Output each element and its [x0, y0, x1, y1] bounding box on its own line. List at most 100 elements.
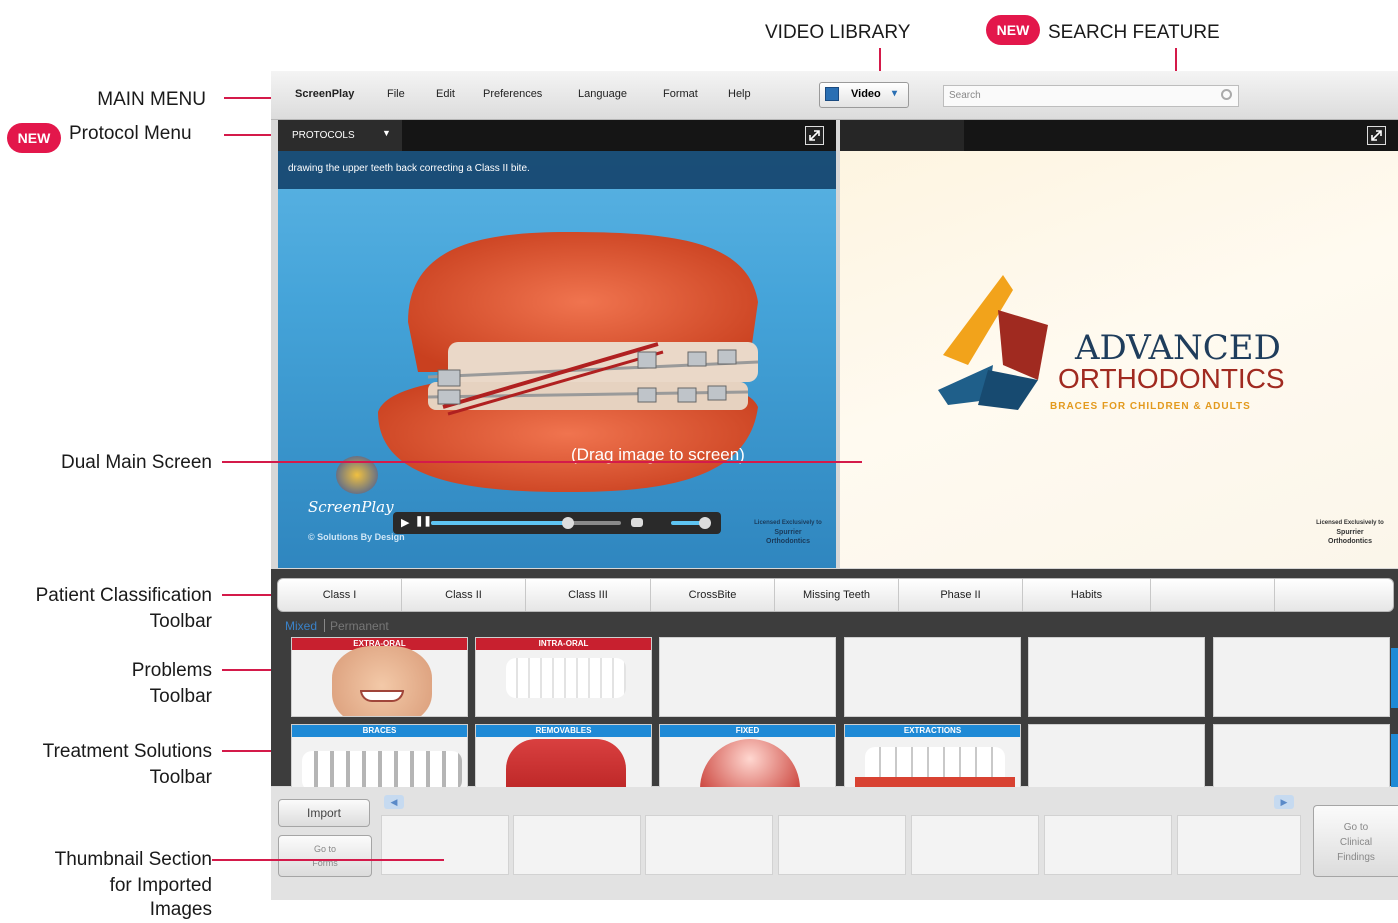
- teeth-intraoral-image: [506, 658, 626, 698]
- go-to-forms-button[interactable]: Go to Forms: [278, 835, 372, 877]
- thumbnail-slot[interactable]: [1044, 815, 1172, 875]
- play-icon[interactable]: ▶: [401, 516, 409, 529]
- left-screen-header: PROTOCOLS ▼: [278, 120, 836, 151]
- film-icon: [825, 87, 839, 101]
- empty-classification-button[interactable]: [1275, 579, 1393, 611]
- thumbnail-slot[interactable]: [1177, 815, 1301, 875]
- playback-progress-fill: [431, 521, 568, 525]
- video-selector-label: Video: [851, 88, 881, 100]
- right-screen-tab: [840, 120, 964, 151]
- problems-treatment-panel: Mixed Permanent EXTRA-ORAL INTRA-ORAL BR…: [271, 616, 1398, 804]
- left-license-line1: Licensed Exclusively to: [754, 520, 822, 526]
- main-screen-left[interactable]: PROTOCOLS ▼ drawing the upper teeth back…: [278, 120, 836, 568]
- dual-screen-pointer-overlay: [222, 461, 862, 463]
- tile-header: BRACES: [292, 725, 467, 737]
- thumbnail-slot[interactable]: [513, 815, 641, 875]
- go-to-clinical-line3: Findings: [1337, 852, 1375, 863]
- copyright-text: © Solutions By Design: [308, 532, 405, 542]
- video-library-annotation: VIDEO LIBRARY: [765, 22, 911, 43]
- brand-line2: ORTHODONTICS: [1058, 363, 1285, 394]
- phase-2-button[interactable]: Phase II: [899, 579, 1023, 611]
- class-3-button[interactable]: Class III: [526, 579, 651, 611]
- menu-screenplay[interactable]: ScreenPlay: [295, 88, 354, 100]
- expand-icon[interactable]: [1367, 126, 1386, 145]
- main-menu-bar: ScreenPlay File Edit Preferences Languag…: [271, 71, 1398, 120]
- menu-preferences[interactable]: Preferences: [483, 88, 542, 100]
- playback-progress-knob[interactable]: [562, 517, 574, 529]
- video-caption: drawing the upper teeth back correcting …: [288, 163, 530, 174]
- go-to-clinical-line1: Go to: [1343, 822, 1369, 833]
- right-license-line1: Licensed Exclusively to: [1316, 520, 1384, 526]
- missing-teeth-button[interactable]: Missing Teeth: [775, 579, 899, 611]
- problems-scroll-right-icon[interactable]: [1391, 648, 1398, 708]
- volume-slider[interactable]: [671, 517, 711, 529]
- treatment-scroll-right-icon[interactable]: [1391, 734, 1398, 794]
- left-license-line2: Spurrier: [774, 529, 802, 536]
- class-2-button[interactable]: Class II: [402, 579, 526, 611]
- menu-edit[interactable]: Edit: [436, 88, 455, 100]
- thumbnail-pointer-overlay: [212, 859, 444, 861]
- protocols-menu[interactable]: PROTOCOLS ▼: [278, 120, 402, 151]
- dual-main-screen-annotation: Dual Main Screen: [60, 452, 212, 473]
- patient-classification-toolbar: Class I Class II Class III CrossBite Mis…: [277, 578, 1394, 612]
- expand-icon[interactable]: [805, 126, 824, 145]
- playback-progress-track[interactable]: [431, 517, 621, 529]
- right-screen-header: [840, 120, 1398, 151]
- tile-header: INTRA-ORAL: [476, 638, 651, 650]
- smile-mouth-image: [360, 690, 404, 702]
- problem-tile-empty[interactable]: [844, 637, 1021, 717]
- menu-file[interactable]: File: [387, 88, 405, 100]
- thumbnail-scroll-left-icon[interactable]: ◀: [384, 795, 404, 809]
- go-to-clinical-findings-button[interactable]: Go to Clinical Findings: [1313, 805, 1398, 877]
- tile-header: FIXED: [660, 725, 835, 737]
- search-icon: [1221, 89, 1232, 100]
- right-license-line3: Orthodontics: [1328, 538, 1372, 545]
- subtitle-icon[interactable]: [631, 518, 643, 527]
- import-button[interactable]: Import: [278, 799, 370, 827]
- problem-tile-empty[interactable]: [1028, 637, 1205, 717]
- left-license-text: Licensed Exclusively to Spurrier Orthodo…: [748, 519, 828, 546]
- thumbnail-slot[interactable]: [778, 815, 906, 875]
- protocols-label: PROTOCOLS: [292, 130, 355, 141]
- treatment-annotation-2: Toolbar: [149, 767, 212, 788]
- problem-tile-empty[interactable]: [659, 637, 836, 717]
- permanent-toggle[interactable]: Permanent: [330, 619, 389, 633]
- protocol-new-badge: NEW: [7, 123, 61, 153]
- problem-tile-empty[interactable]: [1213, 637, 1390, 717]
- volume-knob[interactable]: [699, 517, 711, 529]
- empty-classification-button[interactable]: [1151, 579, 1275, 611]
- search-input[interactable]: Search: [943, 85, 1239, 107]
- tile-header: EXTRACTIONS: [845, 725, 1020, 737]
- video-library-selector[interactable]: Video ▾: [819, 82, 909, 108]
- video-caption-bar: drawing the upper teeth back correcting …: [278, 151, 836, 189]
- mixed-toggle[interactable]: Mixed: [285, 619, 317, 633]
- thumbnail-annotation-1: Thumbnail Section: [54, 849, 212, 870]
- problems-annotation-1: Problems: [131, 660, 212, 681]
- classification-annotation-2: Toolbar: [149, 611, 212, 632]
- habits-button[interactable]: Habits: [1023, 579, 1151, 611]
- problems-annotation-2: Toolbar: [149, 686, 212, 707]
- thumbnail-slot[interactable]: [911, 815, 1039, 875]
- go-to-forms-line1: Go to: [313, 844, 336, 854]
- thumbnail-scroll-right-icon[interactable]: ▶: [1274, 795, 1294, 809]
- problem-tile-extra-oral[interactable]: EXTRA-ORAL: [291, 637, 468, 717]
- left-license-line3: Orthodontics: [766, 538, 810, 545]
- problem-tile-intra-oral[interactable]: INTRA-ORAL: [475, 637, 652, 717]
- menu-help[interactable]: Help: [728, 88, 751, 100]
- crossbite-button[interactable]: CrossBite: [651, 579, 775, 611]
- pause-icon[interactable]: ❚❚: [415, 516, 432, 527]
- toggle-divider: [324, 619, 325, 632]
- class-1-button[interactable]: Class I: [278, 579, 402, 611]
- brand-line1: ADVANCED: [1075, 328, 1281, 368]
- menu-language[interactable]: Language: [578, 88, 627, 100]
- main-menu-annotation: MAIN MENU: [97, 89, 206, 110]
- menu-format[interactable]: Format: [663, 88, 698, 100]
- smile-face-image: [332, 646, 432, 716]
- video-playback-controls: ▶ ❚❚: [393, 512, 721, 534]
- thumbnail-slot[interactable]: [381, 815, 509, 875]
- protocol-menu-annotation: Protocol Menu: [69, 123, 192, 144]
- main-screen-right[interactable]: ADVANCED ORTHODONTICS BRACES FOR CHILDRE…: [840, 120, 1398, 568]
- thumbnail-slot[interactable]: [645, 815, 773, 875]
- thumbnail-annotation-3: Images: [149, 899, 212, 920]
- screenplay-app-window: ScreenPlay File Edit Preferences Languag…: [271, 71, 1398, 900]
